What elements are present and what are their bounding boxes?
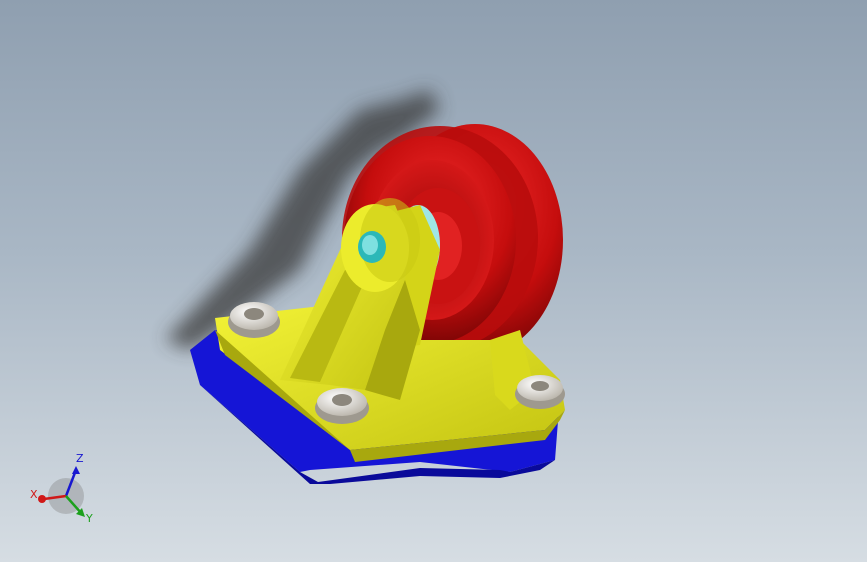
triad-x-label: X — [30, 488, 38, 501]
model-scene[interactable]: Z X Y — [0, 0, 867, 562]
triad-y-label: Y — [85, 512, 93, 525]
bolt-2[interactable] — [315, 388, 369, 424]
pin[interactable] — [358, 231, 386, 263]
bolt-1[interactable] — [228, 302, 280, 338]
triad-z-label: Z — [76, 452, 84, 465]
graphics-viewport[interactable]: Z X Y — [0, 0, 867, 562]
bolt-3[interactable] — [515, 375, 565, 409]
reference-triad-icon — [38, 466, 85, 517]
